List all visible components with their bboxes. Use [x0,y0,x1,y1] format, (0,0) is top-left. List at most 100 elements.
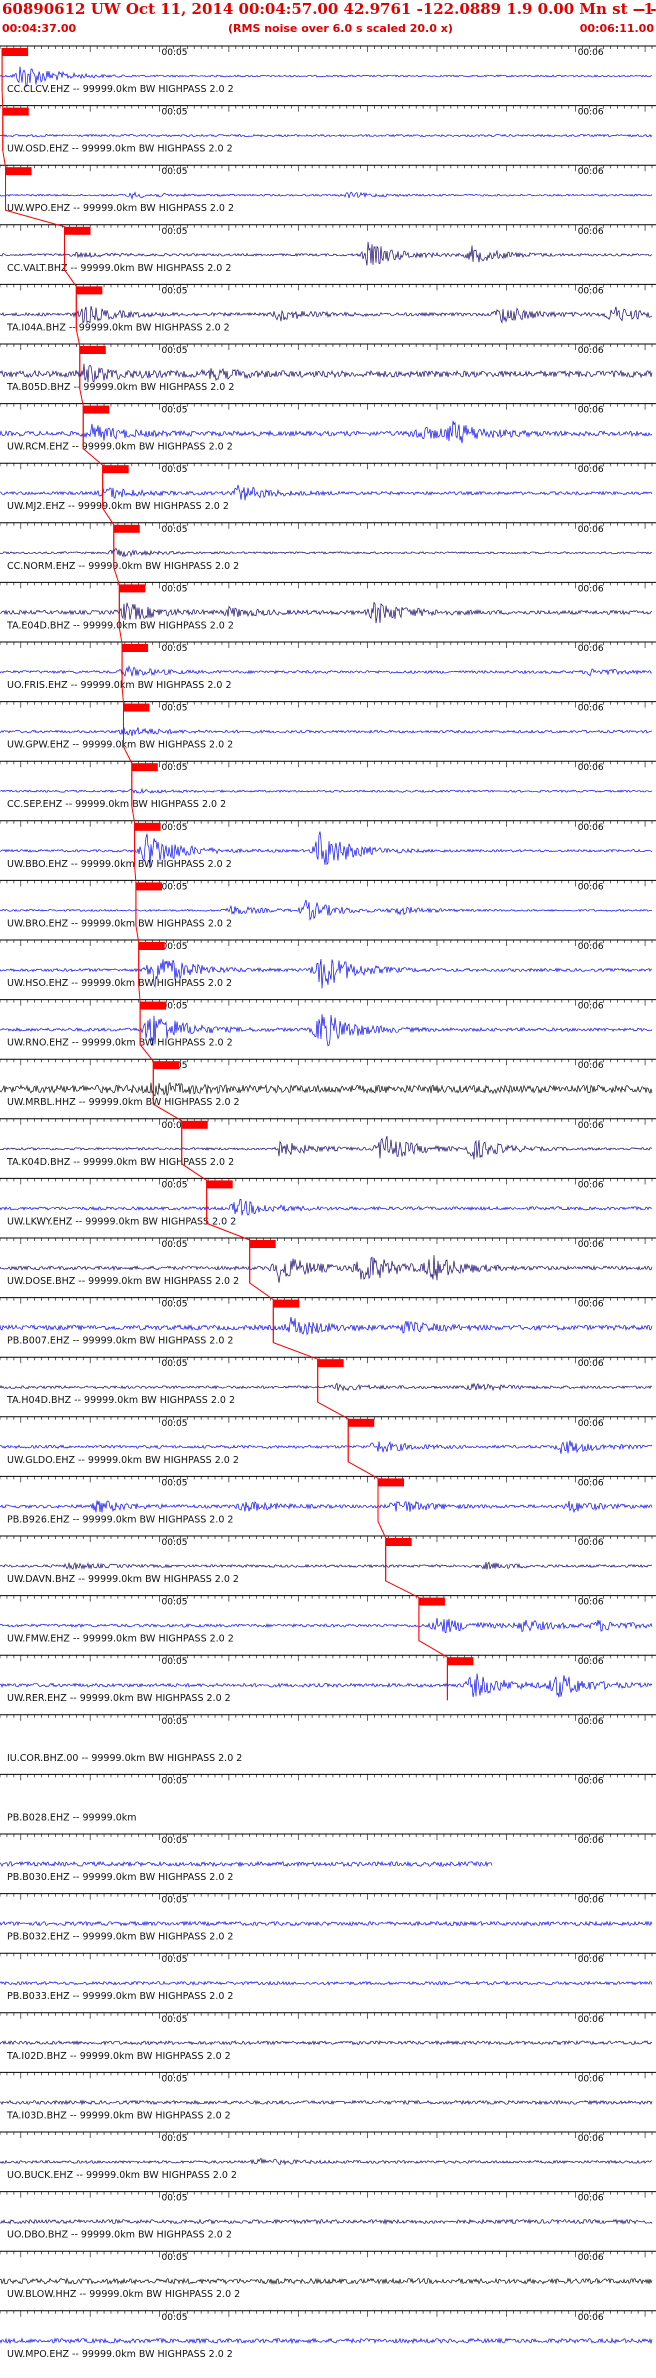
tick-label: 00:05 [162,406,188,416]
tick-label: 00:05 [162,286,188,296]
tick-label: 00:06 [578,227,604,237]
waveform-trace [0,306,653,324]
tick-label: 00:05 [162,1717,188,1727]
trace-row: 00:05 00:06 UW.DAVN.BHZ -- 99999.0km BW HI… [0,1535,656,1585]
tick-label: 00:05 [162,1538,188,1548]
trace-row: 00:05 00:06 PB.B030.EHZ -- 99999.0km BW HI… [0,1833,656,1883]
tick-label: 00:05 [162,1478,188,1488]
tick-label: 00:05 [162,346,188,356]
station-label: UW.DOSE.BHZ -- 99999.0km BW HIGHPASS 2.0… [7,1276,239,1287]
pick-flag [119,584,146,593]
tick-label: 00:06 [578,108,604,118]
station-label: UW.OSD.EHZ -- 99999.0km BW HIGHPASS 2.0 … [7,144,233,155]
tick-label: 00:05 [162,1657,188,1667]
station-label: PB.B007.EHZ -- 99999.0km BW HIGHPASS 2.0… [7,1336,233,1347]
station-label: TA.I02D.BHZ -- 99999.0km BW HIGHPASS 2.0… [6,2051,231,2062]
trace-row: 00:05 00:06 CC.CLCV.EHZ -- 99999.0km BW HI… [0,45,656,95]
tick-label: 00:06 [578,2015,604,2025]
trace-row: 00:05 00:06 CC.NORM.EHZ -- 99999.0km BW HI… [0,522,656,572]
trace-row: 00:05 00:06 UW.MJ2.EHZ -- 99999.0km BW HIG… [0,462,656,512]
tick-label: 00:06 [578,1598,604,1608]
trace-row: 00:05 00:06 PB.B028.EHZ -- 99999.0km [0,1773,656,1823]
waveform-trace [0,2218,653,2225]
pick-flag [76,286,103,295]
tick-label: 00:06 [578,1538,604,1548]
tick-label: 00:06 [578,2313,604,2323]
pick-flag [134,822,161,831]
station-label: UW.DAVN.BHZ -- 99999.0km BW HIGHPASS 2.0… [7,1574,239,1585]
pick-flag [140,1001,167,1010]
trace-row: 00:05 00:06 TA.I03D.BHZ -- 99999.0km BW HI… [0,2071,656,2121]
tick-label: 00:06 [578,1180,604,1190]
tick-label: 00:05 [162,227,188,237]
station-label: TA.B05D.BHZ -- 99999.0km BW HIGHPASS 2.0… [6,382,234,393]
waveform-trace [0,665,653,677]
tick-label: 00:06 [578,2194,604,2204]
tick-label: 00:06 [578,1657,604,1667]
station-label: UW.MJ2.EHZ -- 99999.0km BW HIGHPASS 2.0 … [7,501,229,512]
trace-row: 00:05 00:06 TA.I04A.BHZ -- 99999.0km BW HI… [0,283,656,333]
tick-label: 00:05 [162,1776,188,1786]
station-label: TA.I03D.BHZ -- 99999.0km BW HIGHPASS 2.0… [6,2110,231,2121]
station-label: PB.B030.EHZ -- 99999.0km BW HIGHPASS 2.0… [7,1872,233,1883]
tick-label: 00:06 [578,48,604,58]
waveform-trace [0,420,653,444]
tick-label: 00:06 [578,1717,604,1727]
tick-label: 00:05 [162,2313,188,2323]
waveform-trace [0,1382,653,1392]
station-label: PB.B033.EHZ -- 99999.0km BW HIGHPASS 2.0… [7,1991,233,2002]
station-label: UO.DBO.BHZ -- 99999.0km BW HIGHPASS 2.0 … [7,2230,232,2241]
tick-label: 00:06 [578,167,604,177]
station-label: UW.WPO.EHZ -- 99999.0km BW HIGHPASS 2.0 … [7,203,234,214]
tick-label: 00:05 [162,1419,188,1429]
waveform-trace [0,899,653,921]
trace-row: 00:05 00:06 TA.H04D.BHZ -- 99999.0km BW HI… [0,1356,656,1406]
trace-row: 00:05 00:06 UW.BRO.EHZ -- 99999.0km BW HIG… [0,879,656,929]
tick-label: 00:05 [162,704,188,714]
tick-label: 00:05 [162,1359,188,1369]
pick-flag [378,1478,405,1487]
pick-flag [418,1597,445,1606]
tick-label: 00:06 [578,1955,604,1965]
tick-label: 00:05 [162,644,188,654]
pick-flag [153,1061,180,1070]
tick-label: 00:05 [162,1240,188,1250]
station-label: CC.CLCV.EHZ -- 99999.0km BW HIGHPASS 2.0… [7,84,234,95]
station-label: CC.VALT.BHZ -- 99999.0km BW HIGHPASS 2.0… [7,263,231,274]
waveform-trace [0,547,653,558]
pick-flag [122,644,149,652]
station-label: UW.RNO.EHZ -- 99999.0km BW HIGHPASS 2.0 … [7,1038,233,1049]
trace-row: 00:0500:06UW.MRBL.HHZ -- 99999.0km BW HI… [0,1058,656,1108]
trace-row: 00:05 00:06 UW.RCM.EHZ -- 99999.0km BW HIG… [0,403,656,453]
trace-row: 00:05 00:06 UW.WPO.EHZ -- 99999.0km BW HIG… [0,164,656,214]
tick-label: 00:05 [162,2253,188,2263]
tick-label: 00:06 [578,1002,604,1012]
tick-label: 00:06 [578,525,604,535]
pick-flag [2,107,29,116]
pick-flag [447,1657,474,1666]
station-label: UW.MPO.EHZ -- 99999.0km BW HIGHPASS 2.0 … [7,2349,233,2360]
tick-label: 00:05 [162,1180,188,1190]
tick-label: 00:05 [162,525,188,535]
trace-row: 00:05 00:06 PB.B032.EHZ -- 99999.0km BW HI… [0,1893,656,1943]
tick-label: 00:05 [162,465,188,475]
trace-row: 00:05 00:06 UW.OSD.EHZ -- 99999.0km BW HIG… [0,105,656,155]
trace-row: 00:05 00:06 PB.B926.EHZ -- 99999.0km BW HI… [0,1475,656,1525]
tick-label: 00:06 [578,1776,604,1786]
tick-label: 00:05 [162,882,188,892]
trace-row: 00:05 00:06 UW.HSO.EHZ -- 99999.0km BW HIG… [0,939,656,989]
tick-label: 00:06 [578,1359,604,1369]
station-label: UW.BRO.EHZ -- 99999.0km BW HIGHPASS 2.0 … [7,918,232,929]
tick-label: 00:06 [578,1240,604,1250]
station-label: CC.SEP.EHZ -- 99999.0km BW HIGHPASS 2.0 … [7,799,226,810]
pick-flag [102,465,129,474]
tick-label: 00:05 [162,1598,188,1608]
station-label: PB.B028.EHZ -- 99999.0km [7,1812,137,1823]
tick-label: 00:06 [578,1061,604,1071]
waveform-trace [0,1920,653,1927]
trace-row: 00:05 00:06 CC.SEP.EHZ -- 99999.0km BW HIG… [0,760,656,810]
tick-label: 00:05 [162,167,188,177]
station-label: UW.RCM.EHZ -- 99999.0km BW HIGHPASS 2.0 … [7,442,233,453]
trace-row: 00:05 00:06 PB.B007.EHZ -- 99999.0km BW HI… [0,1297,656,1347]
waveform-trace [0,191,653,200]
